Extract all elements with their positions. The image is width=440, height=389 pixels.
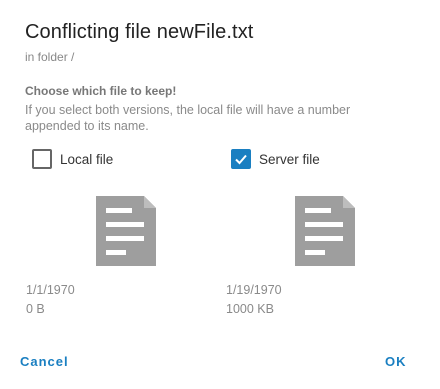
- local-file-label: Local file: [60, 151, 114, 167]
- local-file-size: 0 B: [26, 302, 45, 316]
- choose-prompt: Choose which file to keep!: [25, 84, 177, 98]
- local-document-icon: [96, 196, 156, 266]
- ok-button[interactable]: OK: [385, 352, 407, 371]
- server-checkbox-box[interactable]: [231, 149, 251, 169]
- server-document-icon: [295, 196, 355, 266]
- local-file-date: 1/1/1970: [26, 283, 75, 297]
- server-file-date: 1/19/1970: [226, 283, 282, 297]
- server-file-size: 1000 KB: [226, 302, 274, 316]
- cancel-button[interactable]: Cancel: [20, 352, 69, 371]
- explanation-text: If you select both versions, the local f…: [25, 103, 351, 133]
- local-file-checkbox[interactable]: Local file: [32, 149, 113, 169]
- local-checkbox-box[interactable]: [32, 149, 52, 169]
- server-file-label: Server file: [259, 151, 320, 167]
- dialog-title: Conflicting file newFile.txt: [25, 21, 254, 43]
- conflict-dialog: Conflicting file newFile.txt in folder /…: [0, 0, 440, 389]
- server-file-checkbox[interactable]: Server file: [231, 149, 320, 169]
- checkmark-icon: [235, 154, 247, 165]
- dialog-subtitle: in folder /: [25, 50, 75, 64]
